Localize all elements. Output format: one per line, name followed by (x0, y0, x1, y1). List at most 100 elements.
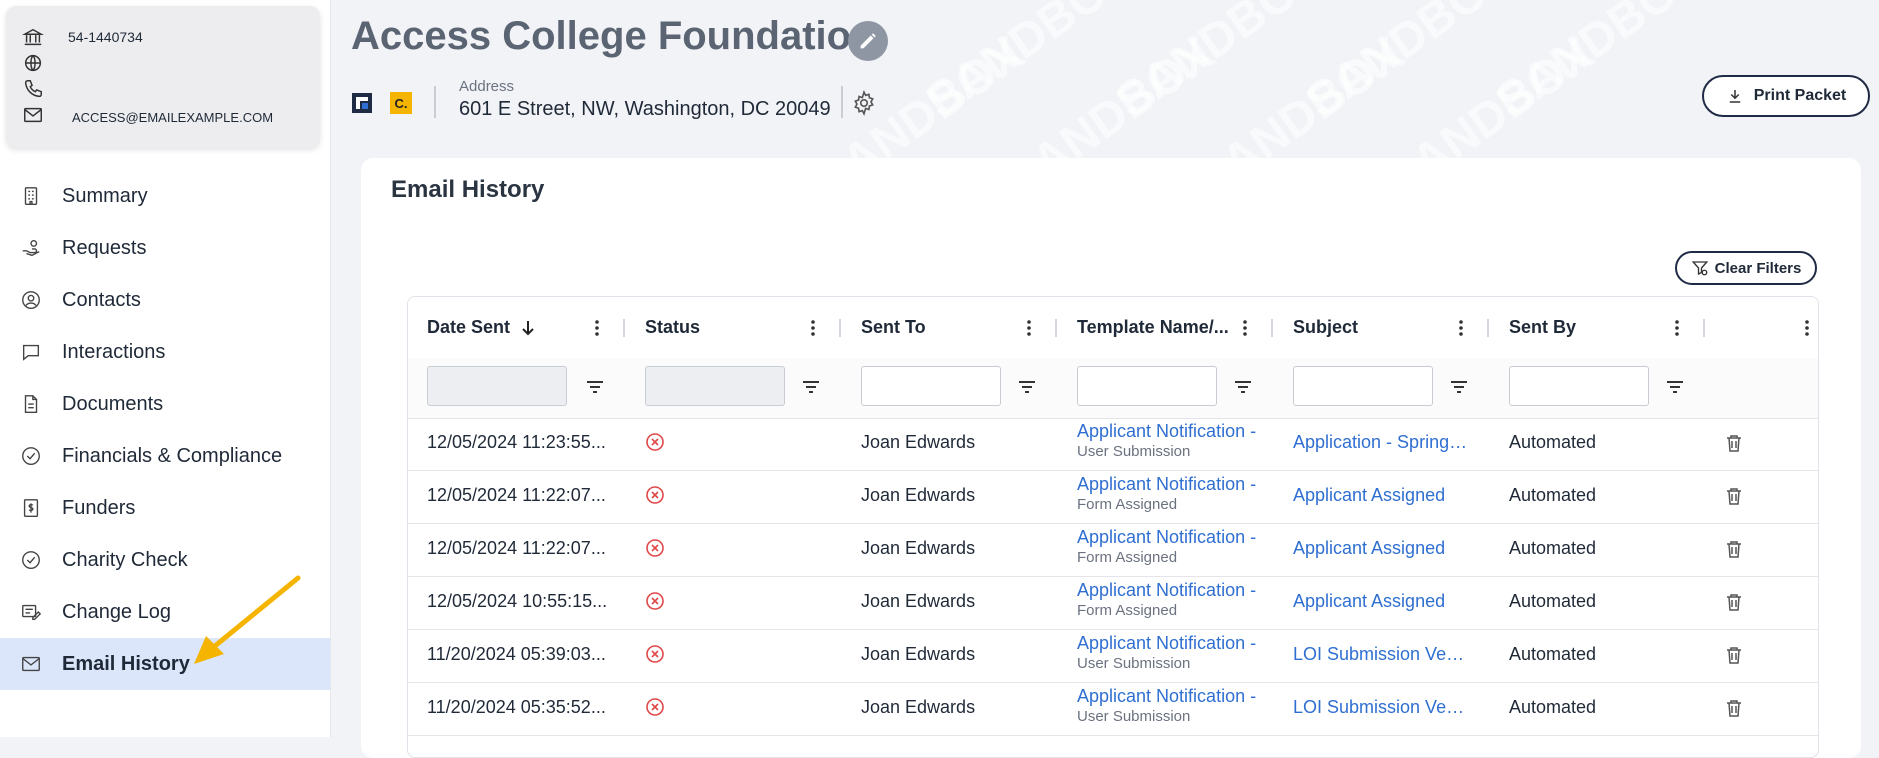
print-packet-button[interactable]: Print Packet (1702, 75, 1870, 117)
column-header-sent-to[interactable]: Sent To (861, 297, 926, 358)
gear-icon[interactable] (851, 90, 877, 116)
globe-icon[interactable] (22, 52, 44, 74)
table-row[interactable]: 11/20/2024 05:35:52... Joan Edwards Appl… (408, 683, 1818, 736)
sent-by-cell: Automated (1509, 538, 1597, 558)
sidebar-item-label: Summary (62, 184, 148, 207)
column-header-status[interactable]: Status (645, 297, 700, 358)
document-icon (0, 393, 62, 415)
status-filter-input[interactable] (645, 366, 785, 406)
sidebar-item-label: Funders (62, 496, 136, 519)
building-icon (0, 185, 62, 207)
template-name-link[interactable]: Applicant Notification - (1077, 474, 1256, 495)
error-status-icon (646, 592, 664, 610)
clear-filters-button[interactable]: Clear Filters (1675, 251, 1817, 285)
subject-link[interactable]: LOI Submission Veri... (1293, 697, 1468, 718)
column-divider[interactable] (1271, 319, 1273, 337)
column-divider[interactable] (1703, 319, 1705, 337)
trash-icon[interactable] (1725, 433, 1743, 453)
sidebar-item-contacts[interactable]: Contacts (0, 274, 330, 326)
sidebar-item-change-log[interactable]: Change Log (0, 586, 330, 638)
sent-by-filter-input[interactable] (1509, 366, 1649, 406)
subject-link[interactable]: Applicant Assigned (1293, 591, 1468, 612)
sidebar-item-charity-check[interactable]: Charity Check (0, 534, 330, 586)
divider (434, 86, 436, 118)
template-name-link[interactable]: Applicant Notification - (1077, 633, 1256, 654)
column-menu-icon[interactable] (1235, 317, 1255, 339)
template-name-link[interactable]: Applicant Notification - (1077, 527, 1256, 548)
filter-icon[interactable] (1448, 376, 1470, 398)
table-row[interactable]: 12/05/2024 11:22:07... Joan Edwards Appl… (408, 471, 1818, 524)
org-logo-icon (352, 93, 372, 113)
sent-to-filter-input[interactable] (861, 366, 1001, 406)
column-header-template-name[interactable]: Template Name/... (1077, 297, 1229, 358)
sidebar-item-documents[interactable]: Documents (0, 378, 330, 430)
table-row[interactable]: 12/05/2024 11:23:55... Joan Edwards Appl… (408, 418, 1818, 471)
date-filter-input[interactable] (427, 366, 567, 406)
column-menu-icon[interactable] (803, 317, 823, 339)
subject-link[interactable]: Applicant Assigned (1293, 538, 1468, 559)
subject-filter-input[interactable] (1293, 366, 1433, 406)
column-divider[interactable] (1055, 319, 1057, 337)
phone-icon[interactable] (22, 78, 44, 100)
date-sent-cell: 11/20/2024 05:39:03... (427, 644, 606, 664)
trash-icon[interactable] (1725, 539, 1743, 559)
sidebar-item-email-history[interactable]: Email History (0, 638, 330, 690)
sidebar-item-summary[interactable]: Summary (0, 170, 330, 222)
sidebar-item-financials[interactable]: Financials & Compliance (0, 430, 330, 482)
sent-to-cell: Joan Edwards (861, 591, 976, 611)
sent-by-cell: Automated (1509, 591, 1597, 611)
trash-icon[interactable] (1725, 698, 1743, 718)
column-menu-icon[interactable] (1797, 317, 1817, 339)
column-menu-icon[interactable] (587, 317, 607, 339)
column-divider[interactable] (1487, 319, 1489, 337)
filter-icon[interactable] (1232, 376, 1254, 398)
column-divider[interactable] (839, 319, 841, 337)
column-header-date-sent[interactable]: Date Sent (427, 297, 536, 358)
template-subtype: Form Assigned (1077, 549, 1178, 566)
column-divider[interactable] (623, 319, 625, 337)
column-menu-icon[interactable] (1019, 317, 1039, 339)
filter-icon[interactable] (800, 376, 822, 398)
subject-link[interactable]: Applicant Assigned (1293, 485, 1468, 506)
template-filter-input[interactable] (1077, 366, 1217, 406)
subject-link[interactable]: Application - Spring ... (1293, 432, 1468, 453)
edit-button[interactable] (848, 21, 888, 61)
watermark-text: SANDBOX (1106, 0, 1334, 129)
sidebar-item-requests[interactable]: Requests (0, 222, 330, 274)
template-name-link[interactable]: Applicant Notification - (1077, 686, 1256, 707)
filter-clear-icon (1691, 261, 1708, 276)
filter-icon[interactable] (584, 376, 606, 398)
column-menu-icon[interactable] (1451, 317, 1471, 339)
template-name-link[interactable]: Applicant Notification - (1077, 580, 1256, 601)
column-header-subject[interactable]: Subject (1293, 297, 1358, 358)
template-subtype: User Submission (1077, 655, 1191, 672)
sent-by-cell: Automated (1509, 432, 1597, 452)
column-menu-icon[interactable] (1667, 317, 1687, 339)
sent-by-cell: Automated (1509, 697, 1597, 717)
table-row[interactable]: 12/05/2024 11:22:07... Joan Edwards Appl… (408, 524, 1818, 577)
template-subtype: Form Assigned (1077, 496, 1178, 513)
org-info-card: 54-1440734 ACCESS@EMAILEXAMPLE.COM (6, 6, 320, 148)
table-row[interactable]: 11/20/2024 05:39:03... Joan Edwards Appl… (408, 630, 1818, 683)
address-value: 601 E Street, NW, Washington, DC 20049 (459, 98, 831, 120)
org-email[interactable]: ACCESS@EMAILEXAMPLE.COM (72, 110, 273, 125)
mail-icon (0, 653, 62, 675)
subject-link[interactable]: LOI Submission Veri... (1293, 644, 1468, 665)
trash-icon[interactable] (1725, 592, 1743, 612)
date-sent-cell: 12/05/2024 11:22:07... (427, 538, 606, 558)
phone-row (22, 78, 44, 100)
column-header-sent-by[interactable]: Sent By (1509, 297, 1576, 358)
website-row (22, 52, 44, 74)
sort-desc-icon[interactable] (520, 319, 536, 337)
check-circle-icon (0, 445, 62, 467)
template-name-link[interactable]: Applicant Notification - (1077, 421, 1256, 442)
candid-logo-icon: C. (390, 92, 412, 114)
sidebar-item-funders[interactable]: Funders (0, 482, 330, 534)
filter-icon[interactable] (1664, 376, 1686, 398)
trash-icon[interactable] (1725, 645, 1743, 665)
trash-icon[interactable] (1725, 486, 1743, 506)
table-row[interactable]: 12/05/2024 10:55:15... Joan Edwards Appl… (408, 577, 1818, 630)
sidebar-item-interactions[interactable]: Interactions (0, 326, 330, 378)
email-row: ACCESS@EMAILEXAMPLE.COM (22, 104, 273, 126)
filter-icon[interactable] (1016, 376, 1038, 398)
